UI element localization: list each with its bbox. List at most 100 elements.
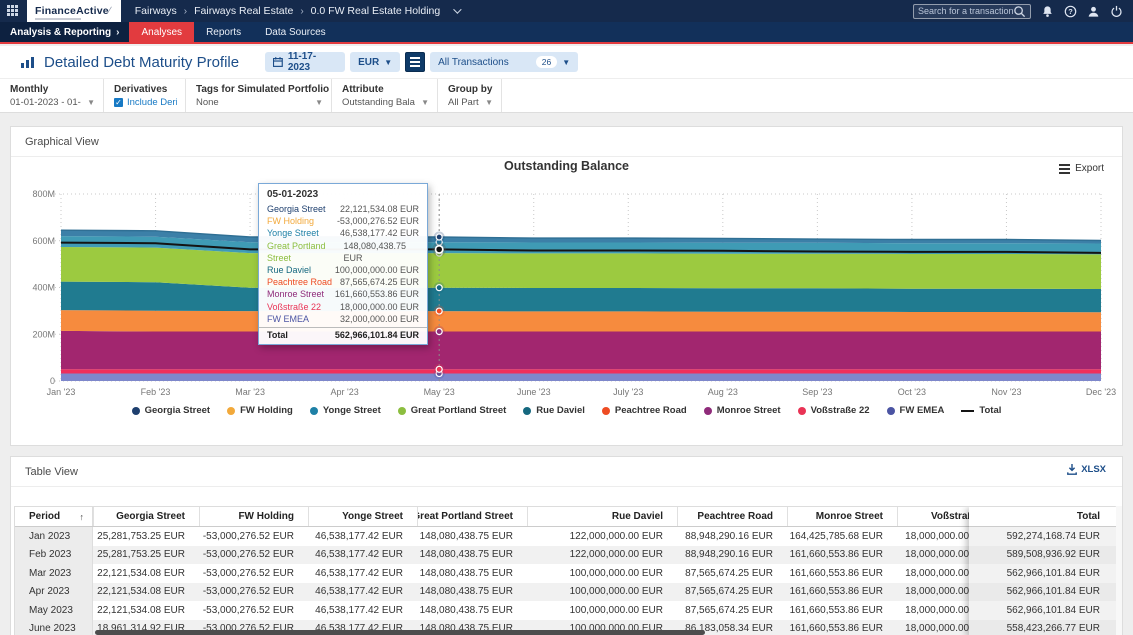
value-cell: 122,000,000.00 EUR [527, 531, 677, 542]
xlsx-export-button[interactable]: XLSX [1067, 464, 1106, 475]
legend-item-peachtree-road[interactable]: Peachtree Road [602, 405, 687, 416]
legend-item-great-portland-street[interactable]: Great Portland Street [398, 405, 507, 416]
table-row[interactable]: Feb 202325,281,753.25 EUR-53,000,276.52 … [15, 546, 1116, 565]
legend-label: Total [979, 405, 1001, 416]
nav-section-analysis-reporting[interactable]: Analysis & Reporting› [0, 22, 129, 42]
svg-text:Apr '23: Apr '23 [331, 387, 359, 397]
period-cell: June 2023 [15, 620, 93, 635]
logo-tagline [35, 18, 81, 20]
legend-item-total[interactable]: Total [961, 405, 1001, 416]
vertical-scrollbar-gutter[interactable] [1115, 506, 1122, 635]
value-cell: 100,000,000.00 EUR [527, 586, 677, 597]
filter-value[interactable]: ✓Include Derivatives [114, 97, 177, 108]
legend-item-monroe-street[interactable]: Monroe Street [704, 405, 781, 416]
notifications-bell-icon[interactable] [1041, 5, 1054, 18]
svg-text:Nov '23: Nov '23 [991, 387, 1021, 397]
filter-label: Attribute [342, 84, 429, 95]
transactions-filter[interactable]: All Transactions 26 ▼ [430, 52, 578, 72]
search-input[interactable] [918, 6, 1013, 16]
filter-tags-for-simulated-portfolio[interactable]: Tags for Simulated Portfolio None▼ [186, 79, 332, 112]
report-toolbar: Detailed Debt Maturity Profile 11-17-202… [0, 46, 1133, 78]
value-cell: 46,538,177.42 EUR [308, 605, 417, 616]
tooltip-series-value: 148,080,438.75 EUR [343, 240, 419, 264]
filter-value-row: None▼ [196, 97, 323, 108]
filter-attribute[interactable]: AttributeOutstanding Balance▼ [332, 79, 438, 112]
chart-tooltip: 05-01-2023 Georgia Street22,121,534.08 E… [258, 183, 428, 345]
legend-label: Rue Daviel [536, 405, 585, 416]
horizontal-scrollbar-thumb[interactable] [95, 630, 705, 635]
value-cell: -53,000,276.52 EUR [199, 586, 308, 597]
column-header[interactable]: Georgia Street [93, 507, 199, 526]
column-header[interactable]: Rue Daviel [527, 507, 677, 526]
value-cell: 161,660,553.86 EUR [787, 568, 897, 579]
logout-power-icon[interactable] [1110, 5, 1123, 18]
value-cell: 148,080,438.75 EUR [417, 586, 527, 597]
filter-group-by[interactable]: Group byAll Parties▼ [438, 79, 502, 112]
table-row[interactable]: Apr 202322,121,534.08 EUR-53,000,276.52 … [15, 583, 1116, 602]
nav-tab-analyses[interactable]: Analyses [129, 22, 194, 42]
legend-item-georgia-street[interactable]: Georgia Street [132, 405, 210, 416]
filter-label: Tags for Simulated Portfolio [196, 84, 323, 95]
legend-item-yonge-street[interactable]: Yonge Street [310, 405, 381, 416]
value-cell: 46,538,177.42 EUR [308, 531, 417, 542]
column-header[interactable]: Monroe Street [787, 507, 897, 526]
filter-monthly[interactable]: Monthly01-01-2023 - 01-01-2024▼ [0, 79, 104, 112]
legend-label: Georgia Street [145, 405, 210, 416]
value-cell: 22,121,534.08 EUR [93, 605, 199, 616]
tooltip-series-value: 32,000,000.00 EUR [340, 313, 419, 325]
value-cell: 46,538,177.42 EUR [308, 568, 417, 579]
nav-bar: Analysis & Reporting› AnalysesReportsDat… [0, 22, 1133, 44]
legend-item-rue-daviel[interactable]: Rue Daviel [523, 405, 585, 416]
search-box[interactable] [913, 4, 1031, 19]
value-cell: -53,000,276.52 EUR [199, 549, 308, 560]
transactions-list-button[interactable] [405, 52, 425, 72]
column-header[interactable]: FW Holding [199, 507, 308, 526]
apps-grid-icon[interactable] [7, 5, 19, 17]
filter-derivatives[interactable]: Derivatives✓Include Derivatives [104, 79, 186, 112]
column-header[interactable]: Peachtree Road [677, 507, 787, 526]
legend-item-voßstraße-22[interactable]: Voßstraße 22 [798, 405, 870, 416]
help-icon[interactable]: ? [1064, 5, 1077, 18]
currency-selector[interactable]: EUR▼ [350, 52, 400, 72]
checkbox-checked-icon[interactable]: ✓ [114, 98, 123, 107]
column-header-total[interactable]: Total [969, 507, 1116, 527]
legend-dot-icon [310, 407, 318, 415]
tooltip-row: Great Portland Street148,080,438.75 EUR [259, 240, 427, 264]
tooltip-row: Peachtree Road87,565,674.25 EUR [259, 276, 427, 288]
period-cell: May 2023 [15, 601, 93, 620]
value-cell: 161,660,553.86 EUR [787, 549, 897, 560]
stacked-area-chart: 0200M400M600M800MJan '23Feb '23Mar '23Ap… [11, 153, 1122, 405]
table-row[interactable]: Jan 202325,281,753.25 EUR-53,000,276.52 … [15, 527, 1116, 546]
legend-dot-icon [227, 407, 235, 415]
tooltip-row: FW EMEA 32,000,000.00 EUR [259, 313, 427, 325]
user-icon[interactable] [1087, 5, 1100, 18]
column-header[interactable]: Yonge Street [308, 507, 417, 526]
column-header[interactable]: Great Portland Street [417, 507, 527, 526]
nav-tab-data-sources[interactable]: Data Sources [253, 22, 338, 42]
legend-dot-icon [602, 407, 610, 415]
tooltip-series-name: Great Portland Street [267, 240, 343, 264]
table-row[interactable]: May 202322,121,534.08 EUR-53,000,276.52 … [15, 601, 1116, 620]
breadcrumb-item[interactable]: 0.0 FW Real Estate Holding [311, 5, 441, 17]
breadcrumb-item[interactable]: Fairways [135, 5, 177, 17]
legend-item-fw-emea[interactable]: FW EMEA [887, 405, 945, 416]
date-picker-button[interactable]: 11-17-2023 [265, 52, 345, 72]
table-row[interactable]: Mar 202322,121,534.08 EUR-53,000,276.52 … [15, 564, 1116, 583]
filter-label: Group by [448, 84, 493, 95]
tooltip-series-name: FW EMEA [267, 313, 309, 325]
logo-slash-icon: ∕ [109, 5, 111, 17]
value-cell: 87,565,674.25 EUR [677, 605, 787, 616]
legend-item-fw-holding[interactable]: FW Holding [227, 405, 293, 416]
legend-label: Peachtree Road [615, 405, 687, 416]
tooltip-series-name: Yonge Street [267, 227, 319, 239]
tooltip-series-value: -53,000,276.52 EUR [337, 215, 419, 227]
value-cell: 25,281,753.25 EUR [93, 531, 199, 542]
column-header-period[interactable]: Period↑ [15, 507, 93, 526]
value-cell: -53,000,276.52 EUR [199, 568, 308, 579]
column-header-label: Period [29, 511, 60, 522]
breadcrumb-item[interactable]: Fairways Real Estate [194, 5, 293, 17]
nav-tab-reports[interactable]: Reports [194, 22, 253, 42]
svg-text:600M: 600M [32, 236, 55, 246]
logo[interactable]: FinanceActive∕ [27, 0, 121, 22]
tooltip-series-name: FW Holding [267, 215, 314, 227]
